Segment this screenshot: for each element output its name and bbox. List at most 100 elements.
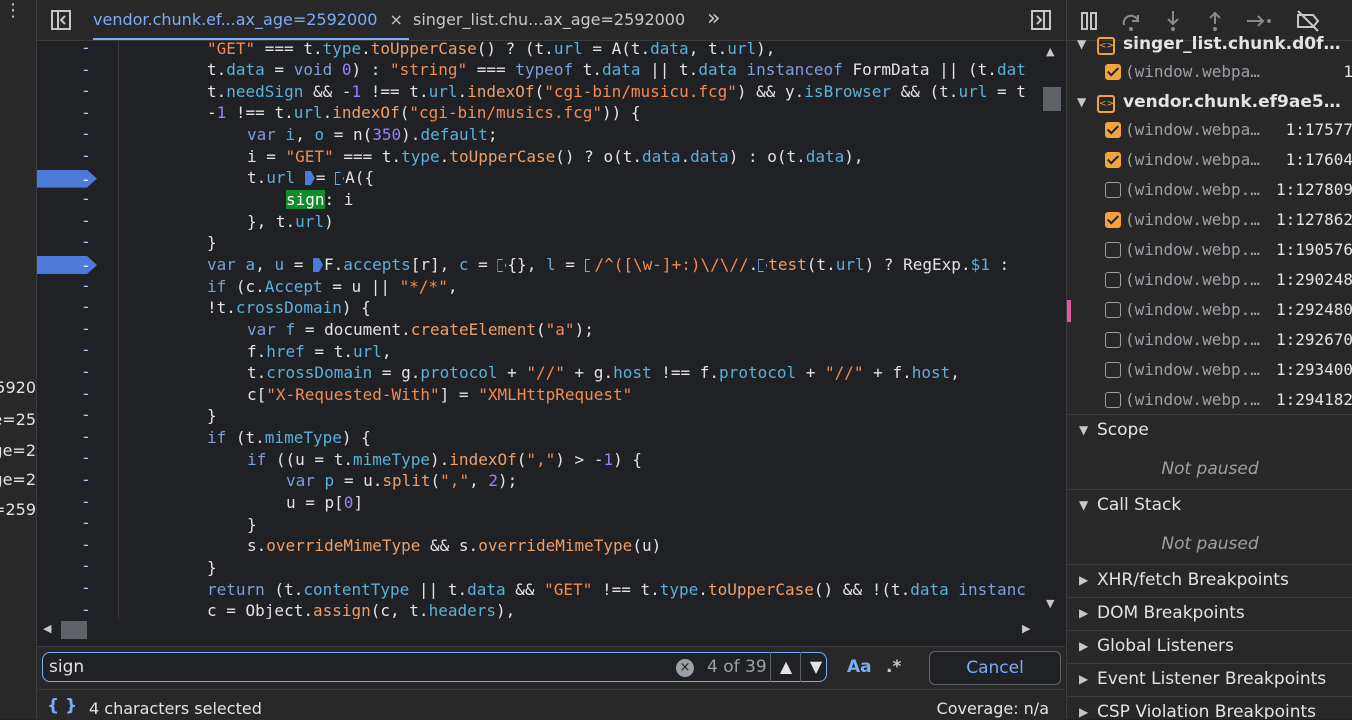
- scroll-down-icon[interactable]: ▼: [1046, 597, 1054, 610]
- scroll-up-icon[interactable]: ▲: [1046, 45, 1054, 58]
- gutter-line[interactable]: -: [37, 319, 117, 341]
- breakpoint-checkbox[interactable]: [1105, 332, 1121, 348]
- close-tab-icon[interactable]: ×: [389, 10, 402, 29]
- file-fragment[interactable]: =259: [0, 500, 36, 519]
- gutter-line[interactable]: -: [37, 103, 117, 125]
- gutter-line[interactable]: -: [37, 470, 117, 492]
- next-match-button[interactable]: ▼: [800, 652, 831, 682]
- tab-singer-list[interactable]: singer_list.chu...ax_age=2592000: [413, 0, 685, 40]
- gutter-line[interactable]: -: [37, 60, 117, 82]
- gutter-line[interactable]: -: [37, 362, 117, 384]
- file-fragment[interactable]: ge=2: [0, 470, 36, 489]
- scroll-thumb[interactable]: [61, 621, 87, 639]
- code-content[interactable]: "GET" === t.type.toUpperCase() ? (t.url …: [118, 41, 1038, 619]
- breakpoint-marker[interactable]: -: [37, 256, 97, 274]
- gutter-line[interactable]: -: [37, 124, 117, 146]
- step-over-icon[interactable]: [1119, 9, 1143, 33]
- pause-icon[interactable]: [1077, 9, 1101, 33]
- section-dom-breakpoints[interactable]: ▶ DOM Breakpoints: [1067, 597, 1352, 630]
- toggle-debugger-icon[interactable]: [1029, 8, 1053, 32]
- breakpoint-checkbox[interactable]: [1105, 392, 1121, 408]
- breakpoint-checkbox[interactable]: [1105, 212, 1121, 228]
- file-fragment[interactable]: e=25: [0, 410, 36, 429]
- gutter-line[interactable]: -: [37, 535, 117, 557]
- vertical-scrollbar[interactable]: ▲ ▼: [1041, 41, 1065, 619]
- clear-search-icon[interactable]: ×: [676, 659, 694, 677]
- gutter-line[interactable]: -: [37, 384, 117, 406]
- code-editor[interactable]: --------------------------- "GET" === t.…: [37, 41, 1038, 619]
- section-scope[interactable]: ▼ Scope: [1067, 414, 1352, 447]
- gutter-line[interactable]: -: [37, 556, 117, 578]
- gutter-line[interactable]: -: [37, 146, 117, 168]
- gutter-line[interactable]: -: [37, 513, 117, 535]
- gutter-line[interactable]: -: [37, 232, 117, 254]
- file-fragment[interactable]: 25920: [0, 378, 36, 397]
- breakpoint-item[interactable]: (window.webp... 1:294182: [1067, 386, 1352, 416]
- script-file-icon: <>: [1097, 95, 1115, 113]
- section-global-listeners[interactable]: ▶ Global Listeners: [1067, 630, 1352, 663]
- regex-toggle[interactable]: .*: [886, 657, 901, 677]
- gutter-line[interactable]: -: [37, 578, 117, 600]
- gutter-line[interactable]: -: [37, 189, 117, 211]
- breakpoint-item[interactable]: (window.webp... 1:290248: [1067, 266, 1352, 296]
- breakpoint-code: (window.webpa...: [1125, 150, 1260, 169]
- breakpoint-checkbox[interactable]: [1105, 64, 1121, 80]
- horizontal-scrollbar[interactable]: ◀ ▶: [37, 619, 1038, 643]
- previous-match-button[interactable]: ▲: [770, 652, 801, 682]
- breakpoint-checkbox[interactable]: [1105, 242, 1121, 258]
- section-call-stack[interactable]: ▼ Call Stack: [1067, 489, 1352, 522]
- code-line: t.needSign && -1 !== t.url.indexOf("cgi-…: [207, 82, 1026, 101]
- gutter-line[interactable]: -: [37, 340, 117, 362]
- gutter-line[interactable]: -: [37, 448, 117, 470]
- gutter-line[interactable]: -: [37, 211, 117, 233]
- gutter-line[interactable]: -: [37, 600, 117, 619]
- section-event-listener-breakpoints[interactable]: ▶ Event Listener Breakpoints: [1067, 663, 1352, 696]
- breakpoint-code: (window.webp...: [1125, 300, 1260, 319]
- scroll-thumb[interactable]: [1043, 87, 1061, 111]
- step-icon[interactable]: [1245, 9, 1271, 33]
- breakpoint-checkbox[interactable]: [1105, 362, 1121, 378]
- step-into-icon[interactable]: [1161, 9, 1185, 33]
- breakpoint-checkbox[interactable]: [1105, 302, 1121, 318]
- breakpoint-item[interactable]: (window.webpackJs... 1: [1067, 58, 1352, 88]
- breakpoint-item[interactable]: (window.webpa... 1:17604: [1067, 146, 1352, 176]
- breakpoint-item[interactable]: (window.webp... 1:292480: [1067, 296, 1352, 326]
- gutter-line[interactable]: -: [37, 276, 117, 298]
- breakpoint-item[interactable]: (window.webp... 1:293400: [1067, 356, 1352, 386]
- deactivate-breakpoints-icon[interactable]: [1295, 9, 1320, 33]
- breakpoint-item[interactable]: (window.webp... 1:190576: [1067, 236, 1352, 266]
- toggle-sidebar-icon[interactable]: [49, 8, 73, 32]
- breakpoint-file-group[interactable]: ▼ <> vendor.chunk.ef9ae512d...: [1067, 90, 1352, 118]
- breakpoint-marker[interactable]: -: [37, 169, 97, 188]
- gutter-line[interactable]: -: [37, 427, 117, 449]
- gutter-line[interactable]: -: [37, 297, 117, 319]
- breakpoint-checkbox[interactable]: [1105, 272, 1121, 288]
- file-fragment[interactable]: ge=2: [0, 441, 36, 460]
- breakpoint-item[interactable]: (window.webp... 1:127809: [1067, 176, 1352, 206]
- section-xhr-breakpoints[interactable]: ▶ XHR/fetch Breakpoints: [1067, 564, 1352, 597]
- breakpoint-checkbox[interactable]: [1105, 182, 1121, 198]
- more-options-icon[interactable]: ⋮: [4, 2, 24, 20]
- gutter-line[interactable]: -: [37, 81, 117, 103]
- scroll-left-icon[interactable]: ◀: [43, 622, 51, 635]
- gutter-line[interactable]: -: [37, 492, 117, 514]
- breakpoint-checkbox[interactable]: [1105, 122, 1121, 138]
- gutter-line[interactable]: -: [37, 168, 117, 190]
- tab-vendor-chunk[interactable]: vendor.chunk.ef...ax_age=2592000 ×: [93, 0, 409, 40]
- breakpoint-item[interactable]: (window.webpa... 1:17577: [1067, 116, 1352, 146]
- gutter-line[interactable]: -: [37, 405, 117, 427]
- pretty-print-icon[interactable]: { }: [47, 696, 77, 716]
- breakpoint-item[interactable]: (window.webp... 1:292670: [1067, 326, 1352, 356]
- step-out-icon[interactable]: [1203, 9, 1227, 33]
- breakpoint-checkbox[interactable]: [1105, 152, 1121, 168]
- scroll-right-icon[interactable]: ▶: [1022, 622, 1030, 635]
- cancel-button[interactable]: Cancel: [929, 651, 1061, 685]
- breakpoint-item[interactable]: (window.webp... 1:127862: [1067, 206, 1352, 236]
- gutter-line[interactable]: -: [37, 254, 117, 276]
- section-csp-violation-breakpoints[interactable]: ▶ CSP Violation Breakpoints: [1067, 696, 1352, 719]
- more-tabs-icon[interactable]: »: [707, 8, 731, 32]
- breakpoint-file-group[interactable]: ▼ <> singer_list.chunk.d0f42e...: [1067, 32, 1352, 60]
- gutter-line[interactable]: -: [37, 41, 117, 60]
- match-case-toggle[interactable]: Aa: [847, 657, 872, 677]
- line-gutter[interactable]: ---------------------------: [37, 41, 117, 619]
